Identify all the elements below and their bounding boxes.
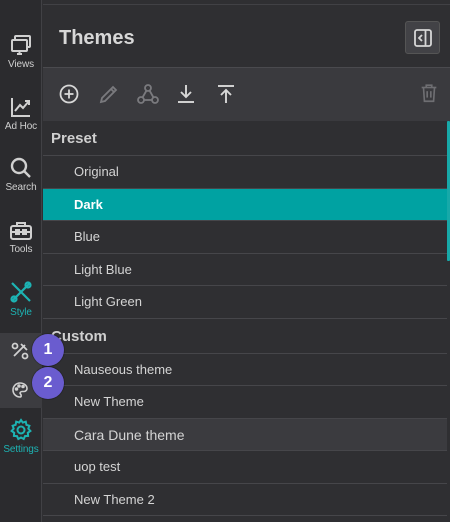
nav-settings-label: Settings [3, 444, 39, 455]
theme-item-new-theme[interactable]: New Theme [43, 386, 447, 419]
share-theme-button[interactable] [136, 82, 162, 108]
toolbox-icon [10, 222, 32, 240]
themes-toolbar [43, 67, 450, 121]
style-brush-icon [10, 281, 32, 303]
nav-settings[interactable]: Settings [0, 418, 42, 455]
nav-tools[interactable]: Tools [0, 218, 42, 255]
download-icon [178, 85, 194, 103]
upload-theme-button[interactable] [214, 82, 240, 108]
collapse-panel-button[interactable] [405, 21, 440, 54]
adhoc-chart-icon [11, 98, 30, 117]
theme-item-light-green[interactable]: Light Green [43, 286, 447, 319]
theme-item-new-theme-2[interactable]: New Theme 2 [43, 484, 447, 516]
panel-top-divider [43, 0, 450, 5]
trash-icon [421, 84, 437, 103]
tour-step-badge-1[interactable]: 1 [32, 334, 64, 366]
style-link-icon [11, 342, 29, 360]
theme-item-uop-test[interactable]: uop test [43, 451, 447, 484]
themes-panel: Themes Preset Original Dark Blue Light B… [43, 0, 450, 522]
theme-item-original[interactable]: Original [43, 156, 447, 189]
theme-item-dark[interactable]: Dark [43, 188, 447, 221]
nav-adhoc[interactable]: Ad Hoc [0, 95, 42, 132]
download-theme-button[interactable] [174, 82, 200, 108]
theme-item-cara-dune[interactable]: Cara Dune theme [43, 418, 447, 451]
theme-item-light-blue[interactable]: Light Blue [43, 254, 447, 286]
add-circle-icon [59, 84, 79, 104]
theme-item-blue[interactable]: Blue [43, 221, 447, 254]
edit-theme-button[interactable] [97, 82, 123, 108]
views-icon [11, 35, 31, 55]
nav-style[interactable]: Style [0, 279, 42, 318]
upload-icon [218, 85, 234, 103]
nav-style-label: Style [10, 307, 32, 318]
group-header-preset: Preset [43, 121, 447, 156]
nav-search[interactable]: Search [0, 156, 42, 193]
search-icon [10, 157, 31, 178]
gear-icon [10, 418, 32, 441]
themes-list: Preset Original Dark Blue Light Blue Lig… [43, 121, 447, 516]
nav-views-label: Views [8, 59, 34, 70]
edit-pencil-icon [99, 85, 118, 104]
theme-item-nauseous[interactable]: Nauseous theme [43, 354, 447, 386]
nav-tools-label: Tools [9, 244, 33, 255]
left-nav-rail: Views Ad Hoc Search Tools Style Settings [0, 0, 42, 522]
nav-views[interactable]: Views [0, 33, 42, 70]
tour-step-badge-2[interactable]: 2 [32, 367, 64, 399]
add-theme-button[interactable] [57, 82, 83, 108]
collapse-panel-icon [414, 29, 432, 47]
nav-adhoc-label: Ad Hoc [4, 121, 38, 132]
page-title: Themes [59, 27, 135, 49]
palette-icon [12, 382, 28, 398]
share-network-icon [137, 84, 159, 104]
group-header-custom: Custom [43, 319, 447, 354]
delete-theme-button[interactable] [418, 82, 444, 108]
nav-search-label: Search [5, 182, 37, 193]
